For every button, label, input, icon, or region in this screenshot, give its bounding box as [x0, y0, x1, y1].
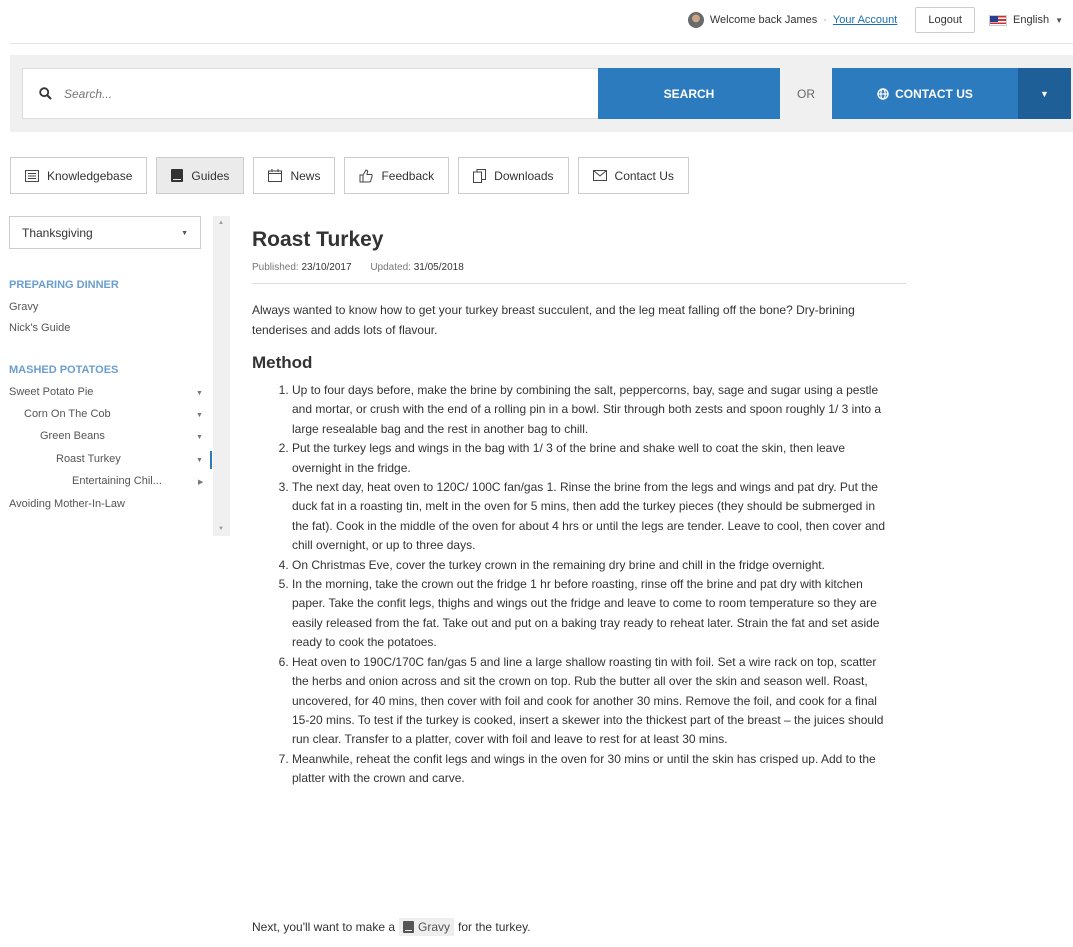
method-step: On Christmas Eve, cover the turkey crown… [292, 556, 892, 575]
copy-icon [473, 168, 487, 183]
chevron-down-icon[interactable]: ▼ [196, 434, 203, 441]
tab-label: Knowledgebase [47, 168, 133, 183]
caret-down-icon: ▼ [1040, 88, 1049, 99]
method-step: The next day, heat oven to 120C/ 100C fa… [292, 478, 892, 556]
tab-guides[interactable]: Guides [156, 157, 245, 194]
tab-knowledgebase[interactable]: Knowledgebase [10, 157, 148, 194]
chevron-down-icon[interactable]: ▼ [196, 390, 203, 397]
user-avatar [687, 12, 704, 28]
article: Roast Turkey Published: 23/10/2017 Updat… [252, 228, 906, 936]
book-icon [403, 921, 415, 933]
thumbs-up-icon [359, 168, 374, 182]
search-button[interactable]: SEARCH [598, 68, 780, 119]
search-box[interactable] [22, 68, 598, 119]
sidebar-scrollbar[interactable]: ▲ ▼ [213, 216, 230, 536]
next-guide-line: Next, you'll want to make a Gravy for th… [252, 918, 531, 936]
published-date: 23/10/2017 [301, 262, 352, 273]
active-indicator [210, 451, 212, 469]
sidebar-item-corn-on-the-cob[interactable]: Corn On The Cob [24, 408, 111, 420]
sidebar-item-roast-turkey[interactable]: Roast Turkey [56, 453, 121, 465]
main-nav-tabs: Knowledgebase Guides News Feedback Downl… [10, 157, 689, 194]
language-selector[interactable]: English ▼ [989, 14, 1063, 26]
search-icon [39, 87, 52, 100]
tab-label: Guides [191, 168, 230, 183]
chevron-down-icon: ▼ [1055, 15, 1063, 25]
tab-label: Feedback [381, 168, 435, 183]
contact-dropdown-toggle[interactable]: ▼ [1018, 68, 1071, 119]
guide-select-value: Thanksgiving [22, 225, 93, 240]
chevron-down-icon: ▼ [181, 230, 188, 237]
chevron-right-icon[interactable]: ▶ [198, 478, 203, 486]
language-label: English [1013, 14, 1050, 26]
chevron-down-icon[interactable]: ▼ [196, 457, 203, 464]
search-band: SEARCH OR CONTACT US ▼ [10, 55, 1073, 132]
article-intro: Always wanted to know how to get your tu… [252, 303, 855, 337]
logout-button[interactable]: Logout [915, 7, 975, 33]
tab-label: News [290, 168, 321, 183]
calendar-icon [268, 169, 283, 182]
next-prefix: Next, you'll want to make a [252, 920, 396, 934]
method-step: Up to four days before, make the brine b… [292, 381, 892, 439]
or-label: OR [797, 86, 815, 101]
sidebar-item-sweet-potato-pie[interactable]: Sweet Potato Pie [9, 386, 93, 398]
tab-news[interactable]: News [253, 157, 336, 194]
your-account-link[interactable]: Your Account [833, 14, 897, 26]
sidebar-item-avoiding-mother-in-law[interactable]: Avoiding Mother-In-Law [9, 498, 125, 510]
welcome-text: Welcome back James [709, 14, 818, 26]
updated-label: Updated: [370, 262, 411, 273]
sidebar-item-green-beans[interactable]: Green Beans [40, 430, 105, 442]
tab-label: Contact Us [614, 168, 674, 183]
gravy-link-label: Gravy [418, 920, 451, 934]
method-heading: Method [252, 353, 313, 372]
updated-date: 31/05/2018 [413, 262, 464, 273]
article-meta: Published: 23/10/2017 Updated: 31/05/201… [252, 262, 906, 284]
scroll-down-icon[interactable]: ▼ [218, 526, 224, 532]
sidebar-item-gravy[interactable]: Gravy [9, 301, 38, 313]
tab-contact-us[interactable]: Contact Us [577, 157, 689, 194]
sidebar-item-entertaining-children[interactable]: Entertaining Chil... [72, 475, 162, 487]
top-bar: Welcome back James · Your Account Logout… [687, 6, 1063, 34]
method-step: Meanwhile, reheat the confit legs and wi… [292, 750, 892, 789]
published-label: Published: [252, 262, 299, 273]
method-step: In the morning, take the crown out the f… [292, 575, 892, 653]
guide-select[interactable]: Thanksgiving ▼ [9, 216, 201, 249]
chevron-down-icon[interactable]: ▼ [196, 412, 203, 419]
sidebar-item-nicks-guide[interactable]: Nick's Guide [9, 322, 70, 334]
section-heading-mashed-potatoes[interactable]: MASHED POTATOES [9, 364, 118, 376]
next-suffix: for the turkey. [458, 920, 531, 934]
method-step: Heat oven to 190C/170C fan/gas 5 and lin… [292, 653, 892, 750]
tab-feedback[interactable]: Feedback [344, 157, 450, 194]
envelope-icon [592, 170, 607, 181]
tab-downloads[interactable]: Downloads [458, 157, 569, 194]
contact-us-button[interactable]: CONTACT US [832, 68, 1018, 119]
globe-icon [877, 87, 889, 100]
book-icon [171, 169, 184, 182]
separator: · [823, 14, 827, 26]
contact-us-label: CONTACT US [895, 86, 973, 101]
tab-label: Downloads [494, 168, 554, 183]
us-flag-icon [989, 14, 1007, 26]
search-input[interactable] [64, 86, 544, 101]
scroll-up-icon[interactable]: ▲ [218, 220, 224, 226]
gravy-guide-link[interactable]: Gravy [399, 918, 455, 936]
article-title: Roast Turkey [252, 228, 384, 251]
section-heading-preparing-dinner[interactable]: PREPARING DINNER [9, 279, 119, 291]
method-step: Put the turkey legs and wings in the bag… [292, 439, 892, 478]
method-steps: Up to four days before, make the brine b… [252, 381, 892, 789]
header-divider [10, 43, 1073, 44]
list-icon [25, 169, 39, 182]
